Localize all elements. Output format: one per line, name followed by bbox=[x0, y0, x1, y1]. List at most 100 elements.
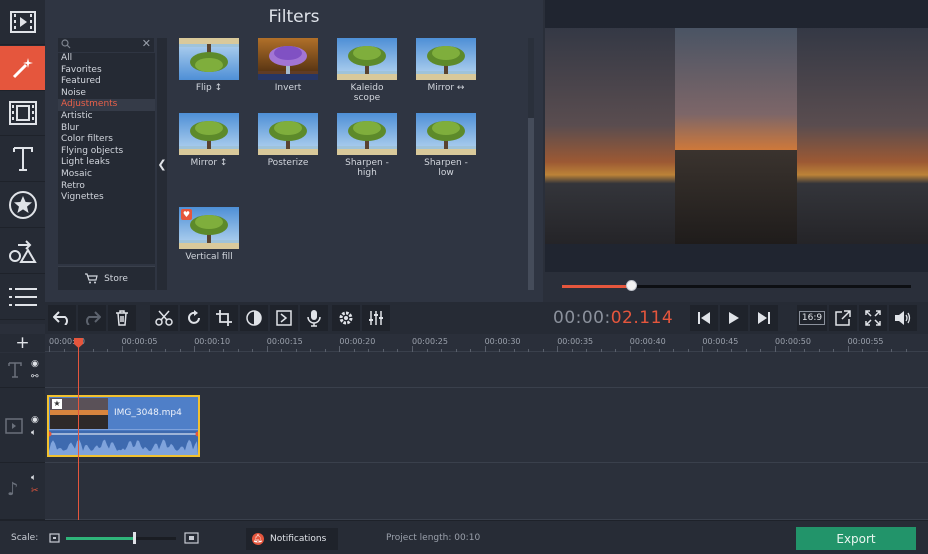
redo-button[interactable] bbox=[78, 305, 106, 331]
ruler-time-label: 00:00:35 bbox=[557, 337, 594, 346]
store-button[interactable]: Store bbox=[58, 266, 155, 290]
category-item[interactable]: Color filters bbox=[58, 134, 155, 146]
ruler-tick bbox=[353, 349, 355, 352]
fullscreen-button[interactable] bbox=[859, 305, 887, 331]
category-item[interactable]: Vignettes bbox=[58, 192, 155, 204]
callouts-tool[interactable] bbox=[0, 229, 45, 274]
notifications-button[interactable]: 🔔︎ Notifications bbox=[246, 528, 338, 550]
unlink-icon[interactable]: ✂ bbox=[31, 486, 39, 496]
filter-thumbnail[interactable] bbox=[179, 38, 239, 80]
category-item[interactable]: Noise bbox=[58, 88, 155, 100]
ruler-time-label: 00:00:45 bbox=[702, 337, 739, 346]
video-clip[interactable]: ★ IMG_3048.mp4 bbox=[46, 395, 201, 457]
clip-video-part: ★ IMG_3048.mp4 bbox=[49, 397, 198, 430]
zoom-out-icon bbox=[49, 533, 60, 543]
color-adjust-button[interactable] bbox=[240, 305, 268, 331]
filter-thumbnail[interactable] bbox=[258, 38, 318, 80]
category-item-selected[interactable]: Adjustments bbox=[58, 99, 155, 111]
speaker-icon[interactable]: 🔈︎ bbox=[31, 428, 36, 438]
split-button[interactable] bbox=[150, 305, 178, 331]
settings-button[interactable] bbox=[332, 305, 360, 331]
speaker-icon[interactable]: 🔈︎ bbox=[31, 473, 36, 483]
filters-scrollbar[interactable] bbox=[528, 38, 534, 290]
category-item[interactable]: Featured bbox=[58, 76, 155, 88]
filter-label: Mirror ↕ bbox=[190, 158, 228, 168]
transitions-tool[interactable] bbox=[0, 91, 45, 136]
timeline-scale-slider[interactable] bbox=[66, 532, 176, 544]
video-preview[interactable] bbox=[545, 0, 928, 272]
category-search-input[interactable]: ✕ bbox=[58, 37, 154, 52]
filter-label: Flip ↕ bbox=[195, 83, 223, 93]
filter-thumbnail[interactable] bbox=[416, 38, 476, 80]
link-icon[interactable]: ⚯ bbox=[31, 372, 39, 382]
previous-frame-button[interactable] bbox=[690, 305, 718, 331]
equalizer-button[interactable] bbox=[362, 305, 390, 331]
collapse-panel-button[interactable]: ❮ bbox=[157, 38, 167, 290]
import-media-tool[interactable] bbox=[0, 0, 45, 45]
time-ruler[interactable]: 00:00:00 00:00:05 00:00:10 00:00:15 00:00:20… bbox=[45, 334, 928, 352]
category-item[interactable]: Light leaks bbox=[58, 157, 155, 169]
scale-handle[interactable] bbox=[133, 532, 137, 544]
category-item[interactable]: Mosaic bbox=[58, 169, 155, 181]
detach-preview-button[interactable] bbox=[829, 305, 857, 331]
category-item[interactable]: Blur bbox=[58, 123, 155, 135]
category-item[interactable]: Flying objects bbox=[58, 146, 155, 158]
ruler-tick bbox=[136, 349, 138, 352]
list-icon bbox=[8, 288, 37, 306]
category-item[interactable]: All bbox=[58, 53, 155, 65]
scrollbar-thumb[interactable] bbox=[528, 118, 534, 290]
more-tools[interactable] bbox=[0, 275, 45, 320]
filter-thumbnail[interactable] bbox=[337, 113, 397, 155]
next-frame-button[interactable] bbox=[750, 305, 778, 331]
title-track[interactable] bbox=[45, 353, 928, 388]
visibility-eye-icon[interactable]: ◉ bbox=[31, 415, 39, 425]
ruler-tick bbox=[266, 346, 268, 352]
playhead-line bbox=[78, 338, 79, 520]
category-item[interactable]: Favorites bbox=[58, 65, 155, 77]
ruler-time-label: 00:00:40 bbox=[629, 337, 666, 346]
ruler-tick bbox=[281, 349, 283, 352]
filter-thumbnail[interactable] bbox=[337, 38, 397, 80]
category-item[interactable]: Retro bbox=[58, 181, 155, 193]
film-icon bbox=[9, 11, 36, 33]
ruler-tick bbox=[324, 349, 326, 352]
ruler-tick bbox=[804, 349, 806, 352]
clip-properties-button[interactable] bbox=[270, 305, 298, 331]
category-item[interactable]: Artistic bbox=[58, 111, 155, 123]
stickers-tool[interactable] bbox=[0, 183, 45, 228]
timeline: + 00:00:00 00:00:05 00:00:10 00:00:15 00:00:… bbox=[0, 333, 928, 520]
scale-label: Scale: bbox=[11, 533, 39, 543]
ruler-time-label: 00:00:05 bbox=[121, 337, 158, 346]
ruler-tick bbox=[441, 349, 443, 352]
ruler-tick bbox=[426, 349, 428, 352]
filter-label: Vertical fill bbox=[185, 252, 233, 262]
ruler-tick bbox=[702, 346, 704, 352]
add-track-button[interactable]: + bbox=[0, 333, 45, 353]
ruler-tick bbox=[455, 349, 457, 352]
audio-track[interactable] bbox=[45, 463, 928, 520]
ruler-time-label: 00:00:30 bbox=[484, 337, 521, 346]
filter-thumbnail[interactable] bbox=[416, 113, 476, 155]
clear-search-icon[interactable]: ✕ bbox=[142, 37, 151, 50]
rotate-button[interactable] bbox=[180, 305, 208, 331]
delete-button[interactable] bbox=[108, 305, 136, 331]
ruler-tick bbox=[687, 349, 689, 352]
titles-tool[interactable] bbox=[0, 137, 45, 182]
crop-button[interactable] bbox=[210, 305, 238, 331]
play-button[interactable] bbox=[720, 305, 748, 331]
seek-handle[interactable] bbox=[625, 280, 637, 291]
filter-thumbnail[interactable] bbox=[258, 113, 318, 155]
record-audio-button[interactable] bbox=[300, 305, 328, 331]
ruler-tick bbox=[716, 349, 718, 352]
filters-tool[interactable] bbox=[0, 46, 45, 91]
visibility-eye-icon[interactable]: ◉ bbox=[31, 359, 39, 369]
aspect-ratio-button[interactable]: 16:9 bbox=[797, 305, 827, 331]
video-editor-window: Filters ✕ All Favorites Featured Noise A… bbox=[0, 0, 928, 554]
seek-slider[interactable] bbox=[562, 280, 911, 291]
export-button[interactable]: Export bbox=[796, 527, 916, 550]
ruler-tick bbox=[571, 349, 573, 352]
favorite-heart-icon[interactable]: ♥ bbox=[181, 209, 192, 220]
undo-button[interactable] bbox=[48, 305, 76, 331]
filter-thumbnail[interactable] bbox=[179, 113, 239, 155]
volume-button[interactable] bbox=[889, 305, 917, 331]
